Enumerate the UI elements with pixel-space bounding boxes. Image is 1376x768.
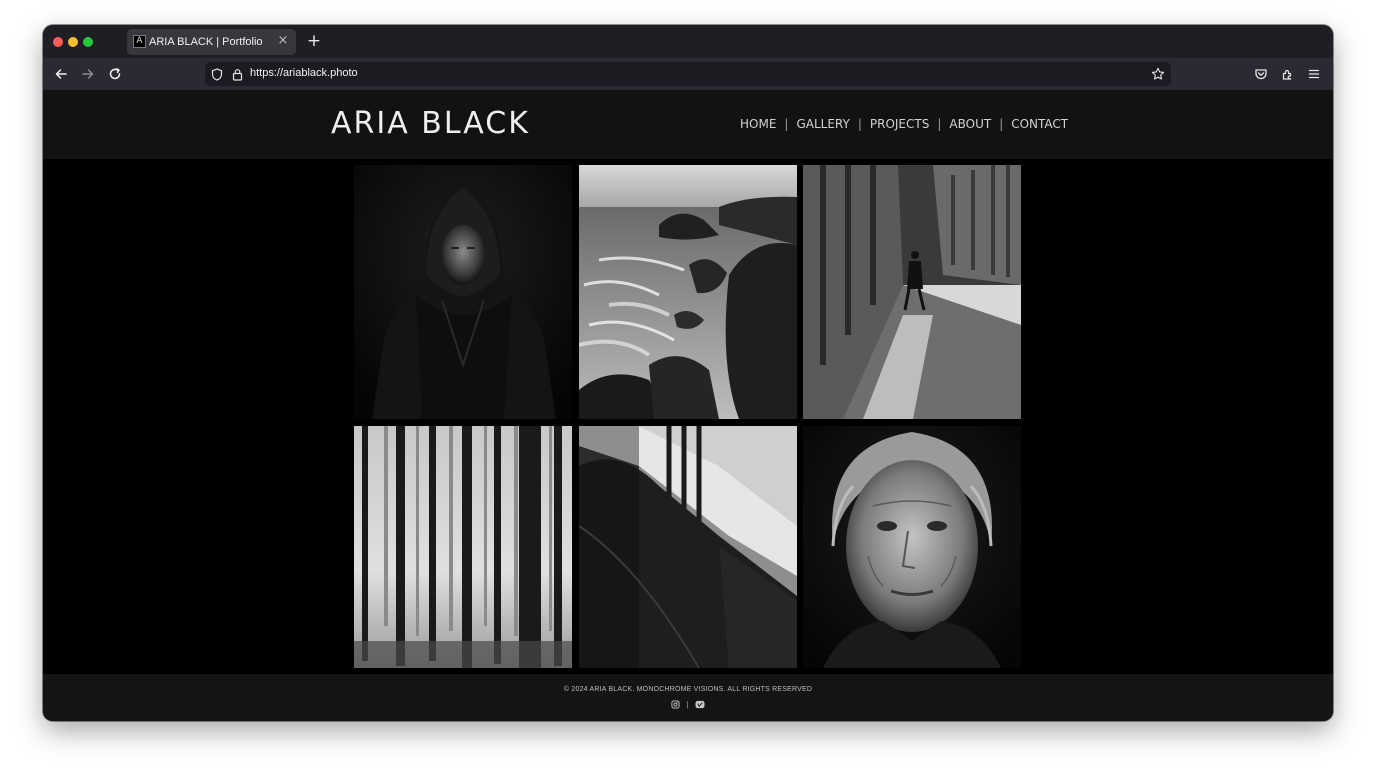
back-button[interactable] [52, 65, 70, 83]
nav-home-link[interactable]: HOME [740, 117, 776, 131]
nav-separator: | [857, 117, 862, 131]
nav-contact-link[interactable]: CONTACT [1011, 117, 1068, 131]
hooded-figure-image [354, 165, 572, 419]
extensions-button[interactable] [1279, 65, 1297, 83]
tab-strip: A ARIA BLACK | Portfolio × + [43, 25, 1333, 58]
navigation-toolbar: https://ariablack.photo [43, 58, 1333, 90]
tab-close-button[interactable]: × [276, 34, 290, 48]
puzzle-icon [1282, 69, 1292, 80]
hamburger-menu-icon [1308, 69, 1320, 79]
nav-separator: | [937, 117, 942, 131]
app-menu-button[interactable] [1305, 65, 1323, 83]
gallery-photo-hooded-figure[interactable] [354, 165, 572, 419]
shield-icon[interactable] [211, 68, 223, 81]
minimize-window-button[interactable] [68, 37, 78, 47]
star-icon[interactable] [1151, 67, 1165, 81]
forward-button[interactable] [79, 65, 97, 83]
gallery-photo-rocky-coast[interactable] [579, 165, 797, 419]
lock-icon[interactable] [232, 68, 243, 81]
elderly-woman-image [803, 426, 1021, 668]
site-footer: © 2024 ARIA BLACK. MONOCHROME VISIONS. A… [43, 674, 1333, 721]
browser-window: A ARIA BLACK | Portfolio × + https://ari… [43, 25, 1333, 721]
nav-separator: | [999, 117, 1004, 131]
tab-active[interactable]: A ARIA BLACK | Portfolio × [127, 29, 296, 55]
tab-title: ARIA BLACK | Portfolio [149, 36, 263, 48]
copyright-text: © 2024 ARIA BLACK. MONOCHROME VISIONS. A… [563, 686, 813, 693]
social-separator: | [686, 700, 689, 709]
pocket-icon [1255, 69, 1267, 80]
pocket-button[interactable] [1252, 65, 1270, 83]
reload-button[interactable] [106, 65, 124, 83]
zoom-window-button[interactable] [83, 37, 93, 47]
arrow-right-icon [82, 69, 94, 79]
social-links: | [43, 700, 1333, 709]
architecture-image [579, 426, 797, 668]
nav-projects-link[interactable]: PROJECTS [870, 117, 929, 131]
url-text[interactable]: https://ariablack.photo [250, 67, 358, 79]
gallery-photo-elderly-woman[interactable] [803, 426, 1021, 668]
gallery-photo-misty-forest[interactable] [354, 426, 572, 668]
new-tab-button[interactable]: + [305, 32, 323, 50]
arrow-left-icon [55, 69, 67, 79]
nav-about-link[interactable]: ABOUT [949, 117, 991, 131]
main-navigation: HOME | GALLERY | PROJECTS | ABOUT | CONT… [740, 117, 1068, 131]
vimeo-icon[interactable] [695, 700, 705, 709]
close-window-button[interactable] [53, 37, 63, 47]
nav-separator: | [784, 117, 789, 131]
rocky-coast-image [579, 165, 797, 419]
gallery-photo-architecture[interactable] [579, 426, 797, 668]
nav-gallery-link[interactable]: GALLERY [796, 117, 849, 131]
misty-forest-image [354, 426, 572, 668]
site-logo[interactable]: ARIA BLACK [331, 106, 530, 141]
photo-gallery [43, 159, 1333, 674]
url-bar[interactable]: https://ariablack.photo [205, 62, 1171, 86]
instagram-icon[interactable] [671, 700, 681, 709]
gallery-photo-street-walker[interactable] [803, 165, 1021, 419]
street-walker-image [803, 165, 1021, 419]
reload-icon [109, 68, 121, 80]
site-favicon-icon: A [133, 35, 146, 48]
site-header: ARIA BLACK HOME | GALLERY | PROJECTS | A… [43, 90, 1333, 159]
